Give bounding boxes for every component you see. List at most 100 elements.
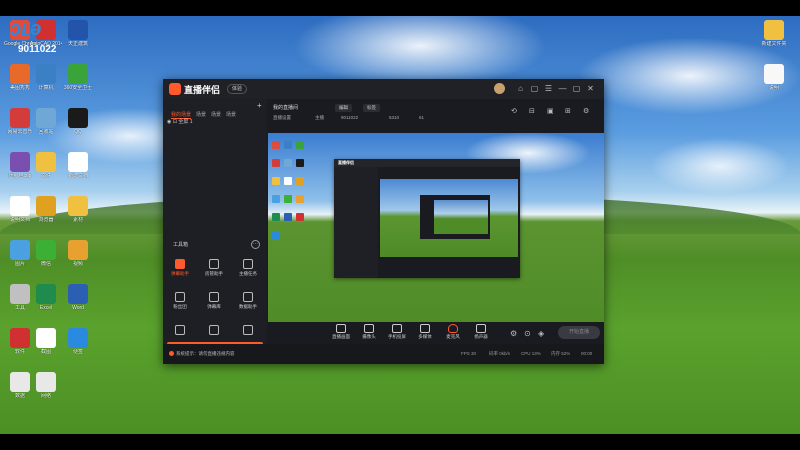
- source-button[interactable]: 直播画面: [326, 324, 356, 340]
- tool-item[interactable]: [167, 325, 193, 337]
- minimize-icon[interactable]: —: [558, 84, 567, 93]
- file-icon: [764, 20, 784, 40]
- source-icon: [420, 324, 430, 333]
- tool-item[interactable]: 弹幕助手: [167, 259, 193, 277]
- scene-tab[interactable]: 场景: [196, 111, 206, 118]
- preview-icon: [296, 213, 304, 221]
- app-icon: [68, 240, 88, 260]
- tool-item[interactable]: 房管助手: [201, 259, 227, 277]
- tool-icon: [209, 292, 219, 302]
- preview-icon: [284, 177, 292, 185]
- tool-item[interactable]: [235, 325, 261, 337]
- source-label: 直播画面: [332, 334, 350, 339]
- scene-tabs: 我的场景 场景 场景 场景: [171, 103, 241, 119]
- desktop-icon[interactable]: 素材: [62, 196, 94, 223]
- room-title[interactable]: 我的直播间: [273, 104, 298, 111]
- gear-icon[interactable]: ⚙: [510, 329, 519, 338]
- add-scene-icon[interactable]: +: [257, 101, 262, 110]
- desktop-icon[interactable]: 便签: [62, 328, 94, 355]
- more-tools-icon[interactable]: ···: [251, 240, 260, 249]
- desktop-icon[interactable]: Word: [62, 284, 94, 311]
- app-icon: [36, 240, 56, 260]
- desktop-icon[interactable]: 微信: [30, 240, 62, 267]
- desktop-icon[interactable]: 360安全卫士: [62, 64, 94, 91]
- home-icon[interactable]: ⌂: [516, 84, 525, 93]
- app-icon: [36, 328, 56, 348]
- desktop-icon-label: 计算机: [38, 85, 54, 91]
- scene-tab[interactable]: 场景: [226, 111, 236, 118]
- desktop-icon[interactable]: Excel: [30, 284, 62, 311]
- desktop-icon-label: 截图: [40, 349, 51, 355]
- tool-label: 房管助手: [205, 271, 223, 276]
- scene-item[interactable]: ◉ ⊡ 全屏 1: [167, 118, 193, 125]
- maximize-icon[interactable]: ▢: [572, 84, 581, 93]
- screenshot-icon[interactable]: ⊞: [565, 108, 573, 116]
- user-avatar[interactable]: [494, 83, 505, 94]
- app-icon: [68, 284, 88, 304]
- desktop-icon[interactable]: 天正建筑: [62, 20, 94, 47]
- live-preview[interactable]: 直播伴侣: [268, 133, 604, 322]
- desktop-icon[interactable]: QQ: [62, 108, 94, 135]
- lock-icon[interactable]: ⊟: [529, 108, 537, 116]
- desktop-icon[interactable]: 截图: [30, 328, 62, 355]
- scene-sidebar: 我的场景 场景 场景 场景 + ◉ ⊡ 全屏 1 工具箱 ··· 弹幕助手 房管助手 主播…: [163, 99, 267, 353]
- desktop-icon-label: 浏览器: [38, 217, 54, 223]
- source-button[interactable]: 扬声器: [466, 324, 496, 340]
- source-button[interactable]: 手机投屏: [382, 324, 412, 340]
- preview-icon: [296, 195, 304, 203]
- tool-item[interactable]: 主播任务: [235, 259, 261, 277]
- desktop-icon[interactable]: 新建文件夹: [758, 20, 790, 47]
- desktop-icon-label: 新建文档: [67, 173, 88, 179]
- status-stat: FPS 30: [461, 351, 477, 356]
- preview-icon: [284, 213, 292, 221]
- desktop-icon-label: 便签: [72, 349, 83, 355]
- tool-item[interactable]: 数据助手: [235, 292, 261, 310]
- desktop-icon[interactable]: 文件: [30, 152, 62, 179]
- tag-pill[interactable]: 标签: [363, 104, 380, 112]
- desktop-icon-label: 视频: [72, 261, 83, 267]
- source-button[interactable]: 麦克风: [438, 324, 468, 340]
- layout-icon[interactable]: ▣: [547, 108, 555, 116]
- nested-app-capture: 直播伴侣: [334, 159, 520, 278]
- scene-tab[interactable]: 场景: [211, 111, 221, 118]
- record-icon[interactable]: ⊙: [524, 329, 533, 338]
- desktop-icon[interactable]: 视频: [62, 240, 94, 267]
- start-live-button[interactable]: 开始直播: [558, 326, 600, 339]
- app-icon: [10, 196, 30, 216]
- desktop-icon[interactable]: 说明: [758, 64, 790, 91]
- settings-icon[interactable]: ⚙: [583, 108, 591, 116]
- share-icon[interactable]: ⟲: [511, 108, 519, 116]
- edit-pill[interactable]: 编辑: [335, 104, 352, 112]
- status-stat: 00:00: [581, 351, 593, 356]
- desktop-icon[interactable]: 浏览器: [30, 196, 62, 223]
- source-icon: [476, 324, 486, 333]
- desktop-icon-label: 天正建筑: [67, 41, 88, 47]
- menu-icon[interactable]: ☰: [544, 84, 553, 93]
- tool-icon: [175, 325, 185, 335]
- preview-icon: [296, 177, 304, 185]
- close-icon[interactable]: ✕: [586, 84, 595, 93]
- status-bar: 系统提示：请勿直播违规内容 FPS 30 码率 0kb/s CPU 13% 内存 52…: [163, 344, 604, 364]
- app-icon: [36, 152, 56, 172]
- live-companion-window: 直播伴侣 体验 ⌂ ▢ ☰ — ▢ ✕ 我的场景 场景 场景 场景 + ◉ ⊡ 全屏 1 工具箱…: [163, 79, 604, 364]
- preview-icon: [272, 195, 280, 203]
- tool-item[interactable]: 弹幕库: [201, 292, 227, 310]
- version-badge[interactable]: 体验: [227, 84, 248, 94]
- desktop-icon[interactable]: 网络: [30, 372, 62, 399]
- source-button[interactable]: 多媒体: [410, 324, 440, 340]
- app-icon: [10, 64, 30, 84]
- desktop-icon[interactable]: 回收站: [30, 108, 62, 135]
- tool-item[interactable]: [201, 325, 227, 337]
- desktop-icon[interactable]: 新建文档: [62, 152, 94, 179]
- nested-title-bar: 直播伴侣: [334, 159, 520, 167]
- source-label: 手机投屏: [388, 334, 406, 339]
- tool-label: 弹幕库: [207, 304, 221, 309]
- window-icon[interactable]: ▢: [530, 84, 539, 93]
- tool-icon: [209, 325, 219, 335]
- tool-item[interactable]: 粉丝团: [167, 292, 193, 310]
- tool-icon: [175, 259, 185, 269]
- status-message: 系统提示：请勿直播违规内容: [169, 351, 235, 357]
- source-button[interactable]: 摄像头: [354, 324, 384, 340]
- effects-icon[interactable]: ◈: [538, 329, 547, 338]
- desktop-icon[interactable]: 计算机: [30, 64, 62, 91]
